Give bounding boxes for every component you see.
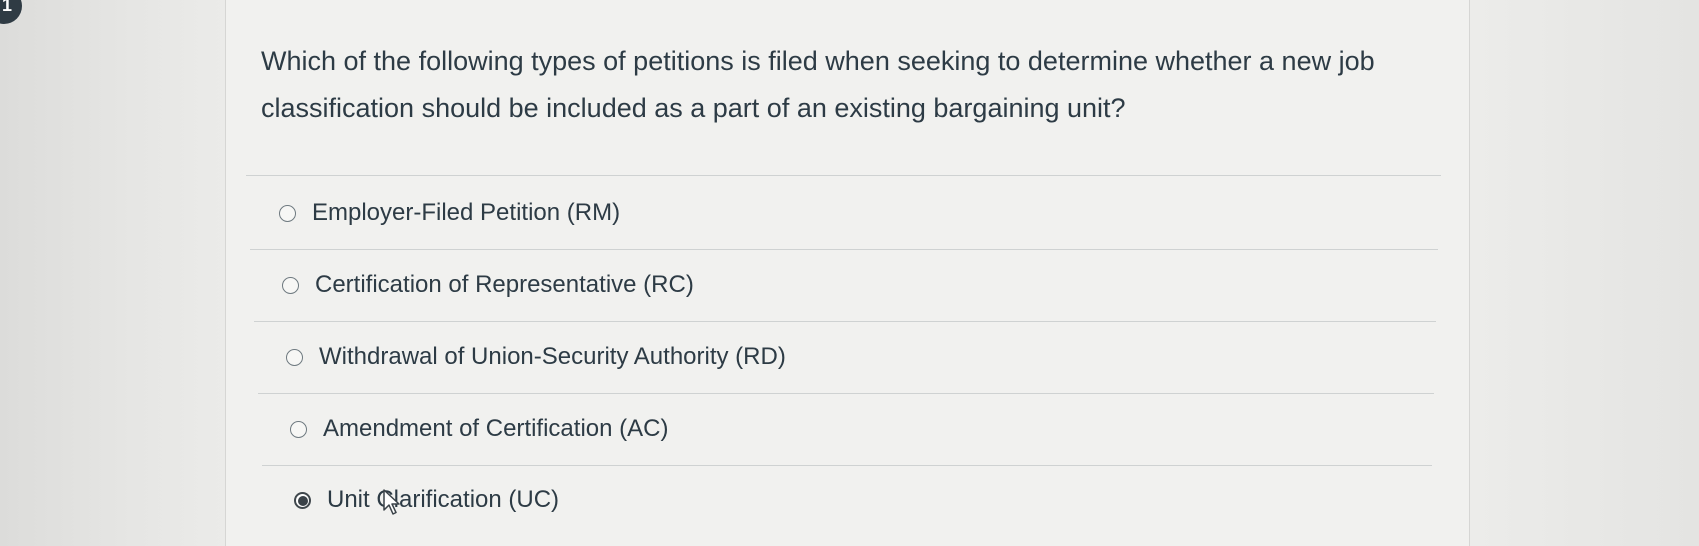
question-card: Which of the following types of petition… [225,0,1470,546]
question-text: Which of the following types of petition… [261,46,1375,123]
radio-button-icon[interactable] [279,204,296,222]
answer-divider [246,175,1441,176]
quiz-page: 1 Which of the following types of petiti… [0,0,1699,546]
right-background [1469,0,1699,546]
answer-option-label: Amendment of Certification (AC) [323,415,669,442]
radio-button-icon[interactable] [290,420,307,438]
radio-button-icon[interactable] [282,276,299,294]
answer-option-ac[interactable]: Amendment of Certification (AC) [290,409,668,449]
answer-option-label: Withdrawal of Union-Security Authority (… [319,343,786,370]
answer-option-label: Unit Clarification (UC) [327,486,560,513]
left-background [0,0,225,546]
answer-divider [258,393,1434,394]
answer-option-rd[interactable]: Withdrawal of Union-Security Authority (… [286,337,786,377]
answer-option-label: Certification of Representative (RC) [315,271,694,298]
mouse-pointer-icon [383,489,400,515]
answer-option-uc[interactable]: Unit Clarification (UC) [294,480,559,520]
answer-divider [262,465,1432,466]
answer-option-rm[interactable]: Employer-Filed Petition (RM) [279,193,620,233]
answer-option-label: Employer-Filed Petition (RM) [312,199,621,226]
answer-divider [254,321,1436,322]
answer-divider [250,249,1438,250]
radio-button-icon[interactable] [286,348,303,366]
radio-button-icon[interactable] [294,491,311,509]
answer-option-rc[interactable]: Certification of Representative (RC) [282,265,694,305]
